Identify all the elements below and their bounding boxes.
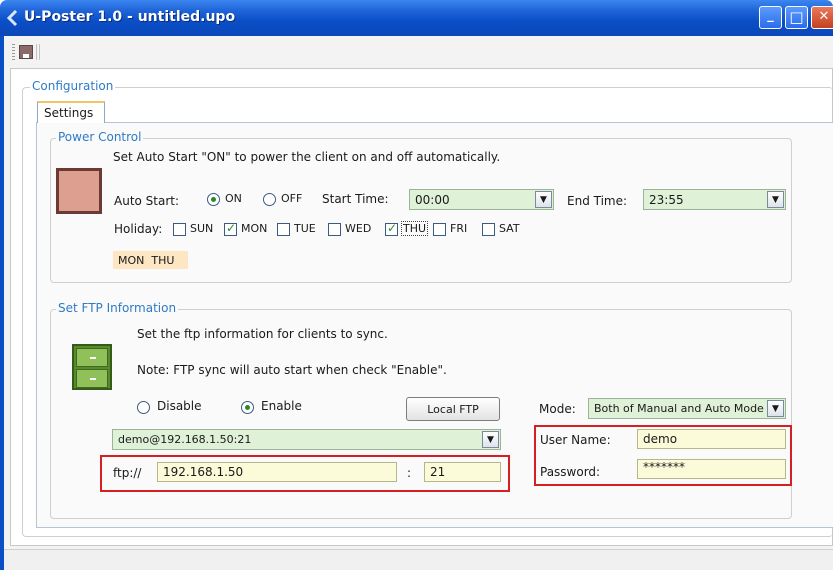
- tab-settings-label: Settings: [44, 106, 94, 120]
- power-description: Set Auto Start "ON" to power the client …: [113, 150, 501, 164]
- password-value: *******: [643, 460, 685, 474]
- status-bar: [4, 549, 833, 570]
- minimize-icon: _: [767, 8, 774, 23]
- configuration-legend: Configuration: [30, 79, 116, 93]
- start-time-select[interactable]: 00:00 ▼: [409, 189, 554, 210]
- holiday-label: Holiday:: [114, 222, 163, 236]
- holiday-fri-label[interactable]: FRI: [450, 222, 467, 235]
- close-icon: ✕: [818, 9, 830, 24]
- ftp-server-select[interactable]: demo@192.168.1.50:21 ▼: [112, 429, 501, 450]
- toolbar: [4, 36, 833, 68]
- cabinet-icon: [72, 344, 112, 390]
- holiday-sat-checkbox[interactable]: [482, 223, 495, 236]
- holiday-mon-label[interactable]: MON: [241, 222, 267, 235]
- holiday-sun-checkbox[interactable]: [173, 223, 186, 236]
- holiday-tue-label[interactable]: TUE: [294, 222, 316, 235]
- tab-settings[interactable]: Settings: [37, 101, 105, 123]
- ftp-info-legend: Set FTP Information: [56, 301, 179, 315]
- chevron-down-icon[interactable]: ▼: [482, 431, 499, 448]
- toolbar-grip[interactable]: [12, 44, 15, 60]
- title-bar[interactable]: U-Poster 1.0 - untitled.upo _ □ ✕: [0, 0, 833, 36]
- cabinet-drawer-top: [76, 348, 108, 367]
- ftp-host-input[interactable]: 192.168.1.50: [157, 462, 397, 482]
- end-time-label: End Time:: [567, 194, 628, 208]
- holiday-summary-badge: MON THU: [113, 251, 188, 269]
- username-label: User Name:: [540, 433, 611, 447]
- password-input[interactable]: *******: [637, 459, 786, 479]
- auto-start-on-label[interactable]: ON: [225, 192, 242, 205]
- toolbar-separator: [36, 44, 40, 60]
- chevron-down-icon[interactable]: ▼: [767, 191, 784, 208]
- ftp-port-value: 21: [430, 465, 446, 479]
- end-time-select[interactable]: 23:55 ▼: [643, 189, 786, 210]
- local-ftp-button[interactable]: Local FTP: [406, 397, 500, 421]
- holiday-wed-checkbox[interactable]: [328, 223, 341, 236]
- ftp-protocol-label: ftp://: [113, 466, 142, 480]
- password-label: Password:: [540, 465, 601, 479]
- ftp-disable-label[interactable]: Disable: [157, 399, 202, 413]
- mode-select[interactable]: Both of Manual and Auto Mode ▼: [588, 398, 786, 419]
- mode-label: Mode:: [539, 402, 576, 416]
- window-title: U-Poster 1.0 - untitled.upo: [24, 9, 236, 25]
- chevron-down-icon[interactable]: ▼: [767, 400, 784, 417]
- power-control-legend: Power Control: [56, 130, 144, 144]
- holiday-tue-checkbox[interactable]: [277, 223, 290, 236]
- holiday-thu-label[interactable]: THU: [401, 221, 429, 236]
- close-button[interactable]: ✕: [811, 6, 833, 29]
- maximize-icon: □: [789, 8, 804, 26]
- maximize-button[interactable]: □: [785, 6, 808, 29]
- minimize-button[interactable]: _: [759, 6, 782, 29]
- ftp-port-separator: :: [407, 466, 412, 480]
- auto-start-off-label[interactable]: OFF: [281, 192, 302, 205]
- start-time-label: Start Time:: [322, 192, 389, 206]
- mode-value: Both of Manual and Auto Mode: [594, 402, 764, 415]
- holiday-wed-label[interactable]: WED: [345, 222, 371, 235]
- holiday-mon-checkbox[interactable]: [224, 221, 237, 236]
- local-ftp-button-label: Local FTP: [427, 403, 479, 416]
- ftp-note: Note: FTP sync will auto start when chec…: [137, 363, 447, 377]
- ftp-description: Set the ftp information for clients to s…: [137, 327, 388, 341]
- power-icon: [56, 168, 102, 214]
- ftp-server-value: demo@192.168.1.50:21: [118, 433, 252, 446]
- holiday-sat-label[interactable]: SAT: [499, 222, 520, 235]
- app-icon: [6, 10, 18, 26]
- ftp-port-input[interactable]: 21: [424, 462, 501, 482]
- holiday-sun-label[interactable]: SUN: [190, 222, 213, 235]
- ftp-host-value: 192.168.1.50: [163, 465, 244, 479]
- holiday-fri-checkbox[interactable]: [433, 223, 446, 236]
- ftp-enable-radio[interactable]: [241, 401, 254, 414]
- end-time-value: 23:55: [649, 193, 684, 207]
- holiday-summary-text: MON THU: [118, 254, 175, 267]
- holiday-thu-checkbox[interactable]: [385, 221, 398, 236]
- auto-start-label: Auto Start:: [114, 194, 180, 208]
- username-value: demo: [643, 432, 678, 446]
- start-time-value: 00:00: [415, 193, 450, 207]
- chevron-down-icon[interactable]: ▼: [535, 191, 552, 208]
- ftp-enable-label[interactable]: Enable: [261, 399, 302, 413]
- save-icon[interactable]: [19, 45, 33, 59]
- username-input[interactable]: demo: [637, 429, 786, 449]
- auto-start-off-radio[interactable]: [263, 193, 276, 206]
- ftp-disable-radio[interactable]: [137, 401, 150, 414]
- auto-start-on-radio[interactable]: [207, 193, 220, 206]
- cabinet-drawer-bottom: [76, 369, 108, 388]
